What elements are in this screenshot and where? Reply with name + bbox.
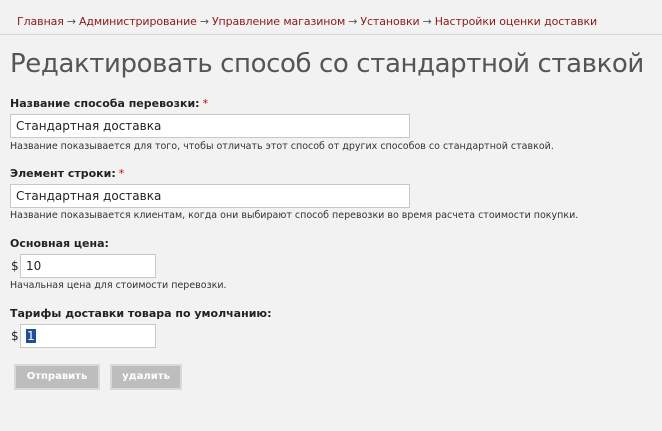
default-product-rate-label: Тарифы доставки товара по умолчанию: <box>10 307 272 320</box>
selected-value: 1 <box>26 329 36 343</box>
breadcrumb-bar: Главная → Администрирование → Управление маг… <box>0 9 662 35</box>
breadcrumb-store-link[interactable]: Управление магазином <box>212 15 345 28</box>
breadcrumb-shipping-quotes-link[interactable]: Настройки оценки доставки <box>435 15 598 28</box>
required-marker: * <box>202 97 209 110</box>
method-name-input[interactable] <box>10 114 410 138</box>
base-rate-input[interactable] <box>20 254 156 278</box>
breadcrumb-separator-icon: → <box>199 15 209 28</box>
breadcrumb-separator-icon: → <box>422 15 432 28</box>
default-product-rate-currency: $ <box>11 329 19 343</box>
required-marker: * <box>118 167 125 180</box>
method-name-help: Название показывается для того, чтобы от… <box>10 141 554 152</box>
line-item-label: Элемент строки: * <box>10 167 124 180</box>
breadcrumb-separator-icon: → <box>66 15 76 28</box>
breadcrumb-admin-link[interactable]: Администрирование <box>79 15 197 28</box>
breadcrumb-settings-link[interactable]: Установки <box>360 15 419 28</box>
base-rate-help: Начальная цена для стоимости перевозки. <box>10 280 227 291</box>
base-rate-label: Основная цена: <box>10 237 109 250</box>
default-product-rate-input[interactable]: 1 <box>20 324 156 348</box>
line-item-help: Название показывается клиентам, когда он… <box>10 210 579 221</box>
breadcrumb-home-link[interactable]: Главная <box>17 15 64 28</box>
base-rate-currency: $ <box>11 259 19 273</box>
page-title: Редактировать способ со стандартной став… <box>10 49 644 79</box>
method-name-label: Название способа перевозки: * <box>10 97 208 110</box>
line-item-label-text: Элемент строки: <box>10 167 116 180</box>
breadcrumb: Главная → Администрирование → Управление маг… <box>17 15 597 28</box>
submit-button[interactable]: Отправить <box>14 364 100 390</box>
delete-button[interactable]: удалить <box>110 364 182 390</box>
method-name-label-text: Название способа перевозки: <box>10 97 200 110</box>
line-item-input[interactable] <box>10 184 410 208</box>
breadcrumb-separator-icon: → <box>348 15 358 28</box>
